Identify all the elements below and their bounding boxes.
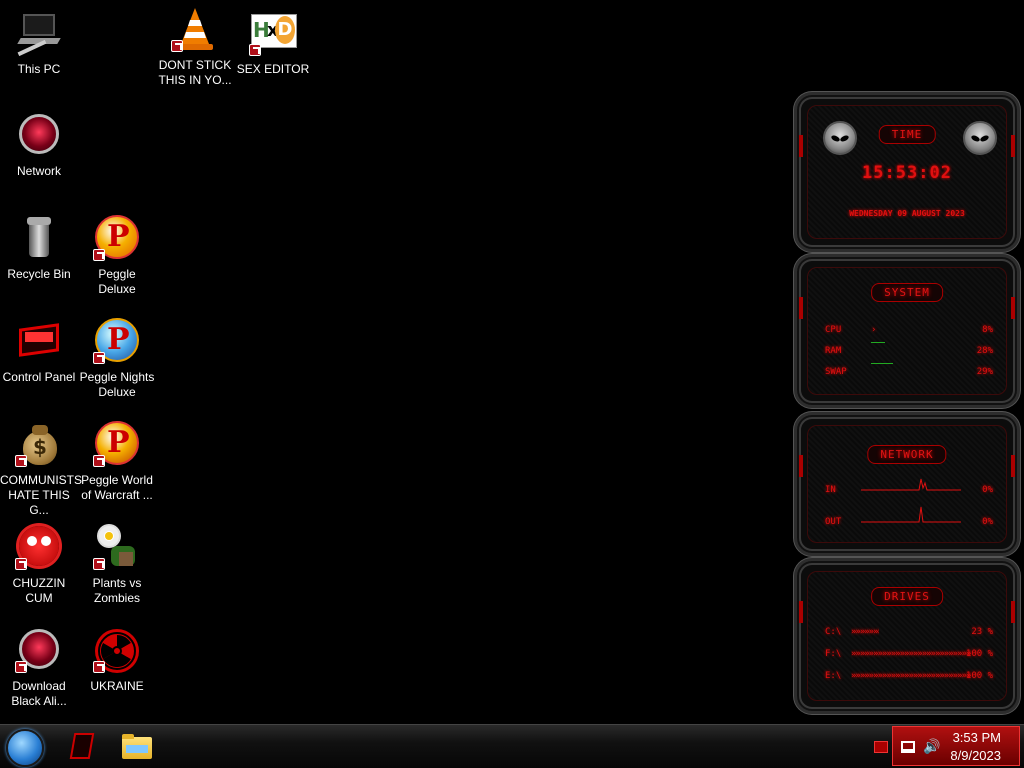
tray-clock-date[interactable]: 8/9/2023	[950, 748, 1001, 763]
peggle-wow-icon: P	[93, 421, 141, 469]
hxd-icon: H x D	[249, 10, 297, 58]
icon-label: COMMUNISTS HATE THIS G...	[0, 473, 82, 517]
row-label: CPU	[825, 325, 842, 335]
date-readout: WEDNESDAY 09 AUGUST 2023	[849, 209, 965, 218]
widget-title: TIME	[878, 125, 936, 144]
network-tray-icon[interactable]	[901, 741, 915, 753]
chuzzle-icon	[15, 524, 63, 572]
widget-title: DRIVES	[871, 587, 943, 606]
money-bag-icon: $	[15, 421, 63, 469]
chuzzle-shortcut[interactable]: CHUZZIN CUM	[0, 524, 78, 606]
row-label: IN	[825, 485, 836, 495]
radiation-icon	[93, 627, 141, 675]
icon-label: CHUZZIN CUM	[12, 576, 66, 605]
row-label: SWAP	[825, 367, 847, 377]
plants-vs-zombies-icon	[93, 524, 141, 572]
vlc-cone-icon	[171, 6, 219, 54]
peggle-icon: P	[93, 215, 141, 263]
show-hidden-icons-button[interactable]	[874, 741, 888, 753]
icon-label: Plants vs Zombies	[92, 576, 142, 605]
volume-icon[interactable]: 🔊	[923, 739, 940, 755]
recycle-bin-shortcut[interactable]: Recycle Bin	[0, 215, 78, 282]
this-pc-shortcut[interactable]: This PC	[0, 10, 78, 77]
money-bag-shortcut[interactable]: $ COMMUNISTS HATE THIS G...	[0, 421, 82, 518]
tray-clock-time[interactable]: 3:53 PM	[953, 730, 1001, 745]
peggle-wow-shortcut[interactable]: P Peggle World of Warcraft ...	[78, 421, 156, 503]
row-label: C:\	[825, 627, 842, 637]
icon-label: Peggle Deluxe	[98, 267, 136, 296]
icon-label: Peggle Nights Deluxe	[79, 370, 155, 399]
row-label: RAM	[825, 346, 842, 356]
drive-usage-bar: »»»»»»»»»»»»»»»»»»»»»»»»»»»»»»	[851, 671, 971, 681]
cpu-activity-mark: ›	[871, 325, 877, 335]
drive-usage-bar: »»»»»»»»»»»»»»»»»»»»»»»»»»»»»»	[851, 627, 879, 637]
peggle-nights-shortcut[interactable]: P Peggle Nights Deluxe	[78, 318, 156, 400]
icon-label: Recycle Bin	[7, 267, 71, 281]
row-label: OUT	[825, 517, 842, 527]
recycle-bin-icon	[15, 215, 63, 263]
row-value: 0%	[982, 485, 993, 495]
peggle-nights-icon: P	[93, 318, 141, 366]
time-widget: TIME 15:53:02 WEDNESDAY 09 AUGUST 2023	[794, 92, 1020, 252]
system-tray[interactable]: 🔊 3:53 PM 8/9/2023	[892, 726, 1020, 766]
this-pc-icon	[15, 10, 63, 58]
black-alien-shortcut[interactable]: Download Black Ali...	[0, 627, 78, 709]
widget-title: SYSTEM	[871, 283, 943, 302]
clock-readout: 15:53:02	[862, 163, 952, 183]
icon-label: Peggle World of Warcraft ...	[81, 473, 153, 502]
alien-head-icon	[963, 121, 997, 155]
row-label: E:\	[825, 671, 842, 681]
icon-label: UKRAINE	[90, 679, 144, 693]
network-out-graph	[861, 506, 961, 523]
taskbar-app-alienware[interactable]	[64, 729, 100, 765]
icon-label: SEX EDITOR	[236, 62, 310, 76]
row-value: 29%	[976, 367, 993, 377]
network-icon	[15, 112, 63, 160]
control-panel-shortcut[interactable]: Control Panel	[0, 318, 78, 385]
drive-usage-bar: »»»»»»»»»»»»»»»»»»»»»»»»»»»»»»	[851, 649, 971, 659]
vlc-shortcut[interactable]: DONT STICK THIS IN YO...	[156, 6, 234, 88]
network-shortcut[interactable]: Network	[0, 112, 78, 179]
icon-label: Download Black Ali...	[11, 679, 67, 708]
peggle-deluxe-shortcut[interactable]: P Peggle Deluxe	[78, 215, 156, 297]
taskbar-app-file-explorer[interactable]	[118, 729, 154, 765]
alienware-app-icon	[69, 733, 95, 759]
ram-graph-line	[871, 342, 885, 343]
row-value: 8%	[982, 325, 993, 335]
black-alien-icon	[15, 627, 63, 675]
row-value: 23 %	[971, 627, 993, 637]
icon-label: This PC	[17, 62, 61, 76]
row-value: 100 %	[965, 649, 993, 659]
system-widget: SYSTEM CPU › 8% RAM 28% SWAP 29%	[794, 254, 1020, 408]
control-panel-icon	[15, 318, 63, 366]
network-widget: NETWORK IN 0% OUT 0%	[794, 412, 1020, 556]
alien-head-icon	[823, 121, 857, 155]
icon-label: Network	[16, 164, 61, 178]
hxd-shortcut[interactable]: H x D SEX EDITOR	[234, 10, 312, 77]
start-button[interactable]	[6, 729, 44, 767]
row-value: 28%	[976, 346, 993, 356]
ukraine-shortcut[interactable]: UKRAINE	[78, 627, 156, 694]
plants-vs-zombies-shortcut[interactable]: Plants vs Zombies	[78, 524, 156, 606]
drives-widget: DRIVES C:\ »»»»»»»»»»»»»»»»»»»»»»»»»»»»»…	[794, 558, 1020, 714]
icon-label: Control Panel	[2, 370, 76, 384]
widget-title: NETWORK	[867, 445, 947, 464]
taskbar: 🔊 3:53 PM 8/9/2023	[0, 724, 1024, 768]
swap-graph-line	[871, 363, 893, 364]
icon-label: DONT STICK THIS IN YO...	[158, 58, 232, 87]
row-value: 0%	[982, 517, 993, 527]
row-label: F:\	[825, 649, 842, 659]
row-value: 100 %	[965, 671, 993, 681]
desktop: This PC DONT STICK THIS IN YO... H x D S…	[0, 0, 1024, 724]
network-in-graph	[861, 478, 961, 491]
